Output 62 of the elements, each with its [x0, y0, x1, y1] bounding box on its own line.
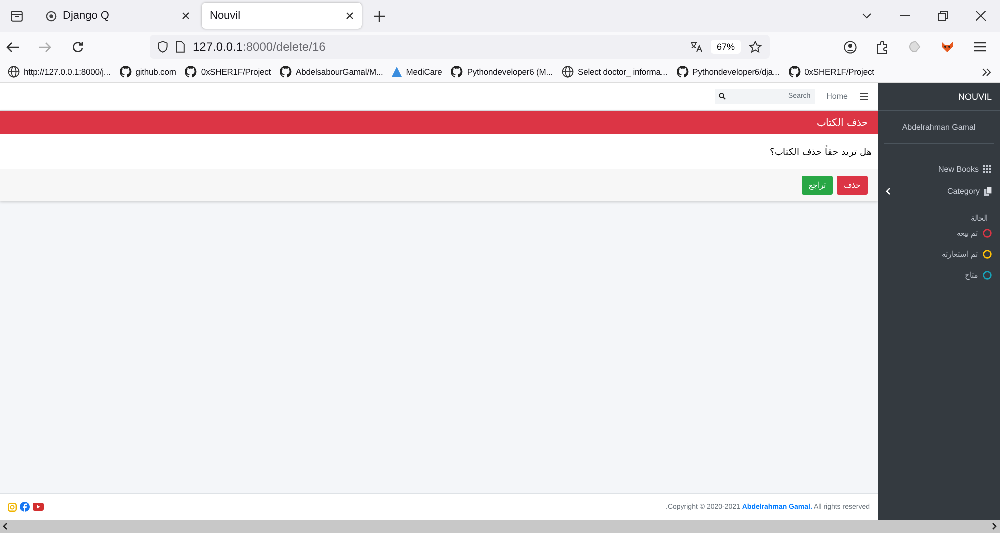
translate-icon[interactable]	[690, 41, 703, 53]
sidebar-item[interactable]: New Books	[878, 159, 1000, 180]
bookmark[interactable]: Select doctor_ informa...	[562, 66, 668, 78]
globe-icon	[562, 66, 574, 78]
home-link[interactable]: Home	[826, 92, 848, 101]
close-icon[interactable]	[976, 11, 986, 21]
bookmark[interactable]: Pythondeveloper6/dja...	[676, 66, 780, 78]
close-icon[interactable]	[346, 12, 354, 20]
chevron-left-icon	[886, 188, 891, 195]
puzzle-icon[interactable]	[877, 40, 889, 54]
status-label[interactable]: تم بيعه	[956, 229, 978, 238]
confirm-question: هل تريد حقاً حذف الكتاب؟	[770, 146, 872, 156]
github-icon	[280, 66, 292, 78]
menu-icon[interactable]	[860, 93, 868, 100]
browser-tab[interactable]: Django Q	[38, 3, 198, 29]
shield-icon[interactable]	[158, 41, 168, 53]
fox-icon[interactable]	[941, 41, 954, 53]
bookmark[interactable]: Pythondeveloper6 (M...	[451, 66, 553, 78]
status-label[interactable]: متاح	[965, 271, 978, 280]
browser-tab[interactable]: Nouvil	[202, 3, 362, 29]
delete-button[interactable]: حذف	[837, 176, 868, 194]
card-title: حذف الكتاب	[817, 116, 868, 128]
status-label[interactable]: تم استعارته	[942, 250, 978, 259]
user-name[interactable]: Abdelrahman Gamal	[902, 122, 976, 132]
youtube-icon[interactable]	[33, 503, 44, 511]
bookmark[interactable]: AbdelsabourGamal/M...	[280, 66, 384, 78]
scroll-right-icon[interactable]	[992, 523, 997, 530]
globe-icon	[8, 66, 20, 78]
page-icon	[176, 41, 185, 53]
github-icon	[120, 66, 132, 78]
chevron-down-icon[interactable]	[862, 13, 872, 19]
bookmark[interactable]: github.com	[120, 66, 176, 78]
bookmark[interactable]: 0xSHER1F/Project	[185, 66, 272, 78]
status-heading: الحالة	[971, 214, 988, 223]
triangle-icon	[392, 67, 402, 77]
close-icon[interactable]	[182, 12, 190, 20]
bookmark[interactable]: http://127.0.0.1:8000/j...	[8, 66, 111, 78]
url-field[interactable]: 127.0.0.1:8000/delete/16	[193, 40, 682, 54]
reload-icon[interactable]	[72, 41, 84, 53]
minimize-icon[interactable]	[900, 15, 910, 17]
sidebar-item[interactable]: Category	[878, 181, 1000, 202]
chevron-right-icon[interactable]	[982, 68, 992, 76]
bookmark[interactable]: MediCare	[392, 67, 442, 77]
grid-icon	[983, 165, 992, 174]
restore-icon[interactable]	[938, 11, 948, 21]
tab-list-icon[interactable]	[11, 10, 23, 22]
facebook-icon[interactable]	[20, 502, 30, 512]
zoom-level[interactable]: 67%	[710, 40, 741, 54]
account-icon[interactable]	[844, 40, 857, 54]
bookmark[interactable]: 0xSHER1F/Project	[788, 66, 874, 78]
star-icon[interactable]	[749, 41, 762, 53]
new-tab-icon[interactable]	[374, 10, 385, 22]
github-icon	[185, 66, 198, 78]
search-icon	[718, 93, 726, 100]
back-icon[interactable]	[6, 42, 19, 52]
menu-icon[interactable]	[974, 42, 986, 52]
brand-name[interactable]: NOUVIL	[958, 92, 992, 102]
github-icon	[676, 66, 689, 78]
github-icon	[451, 66, 464, 78]
github-icon	[788, 66, 801, 78]
copy-icon	[984, 187, 992, 196]
scroll-left-icon[interactable]	[3, 523, 8, 530]
